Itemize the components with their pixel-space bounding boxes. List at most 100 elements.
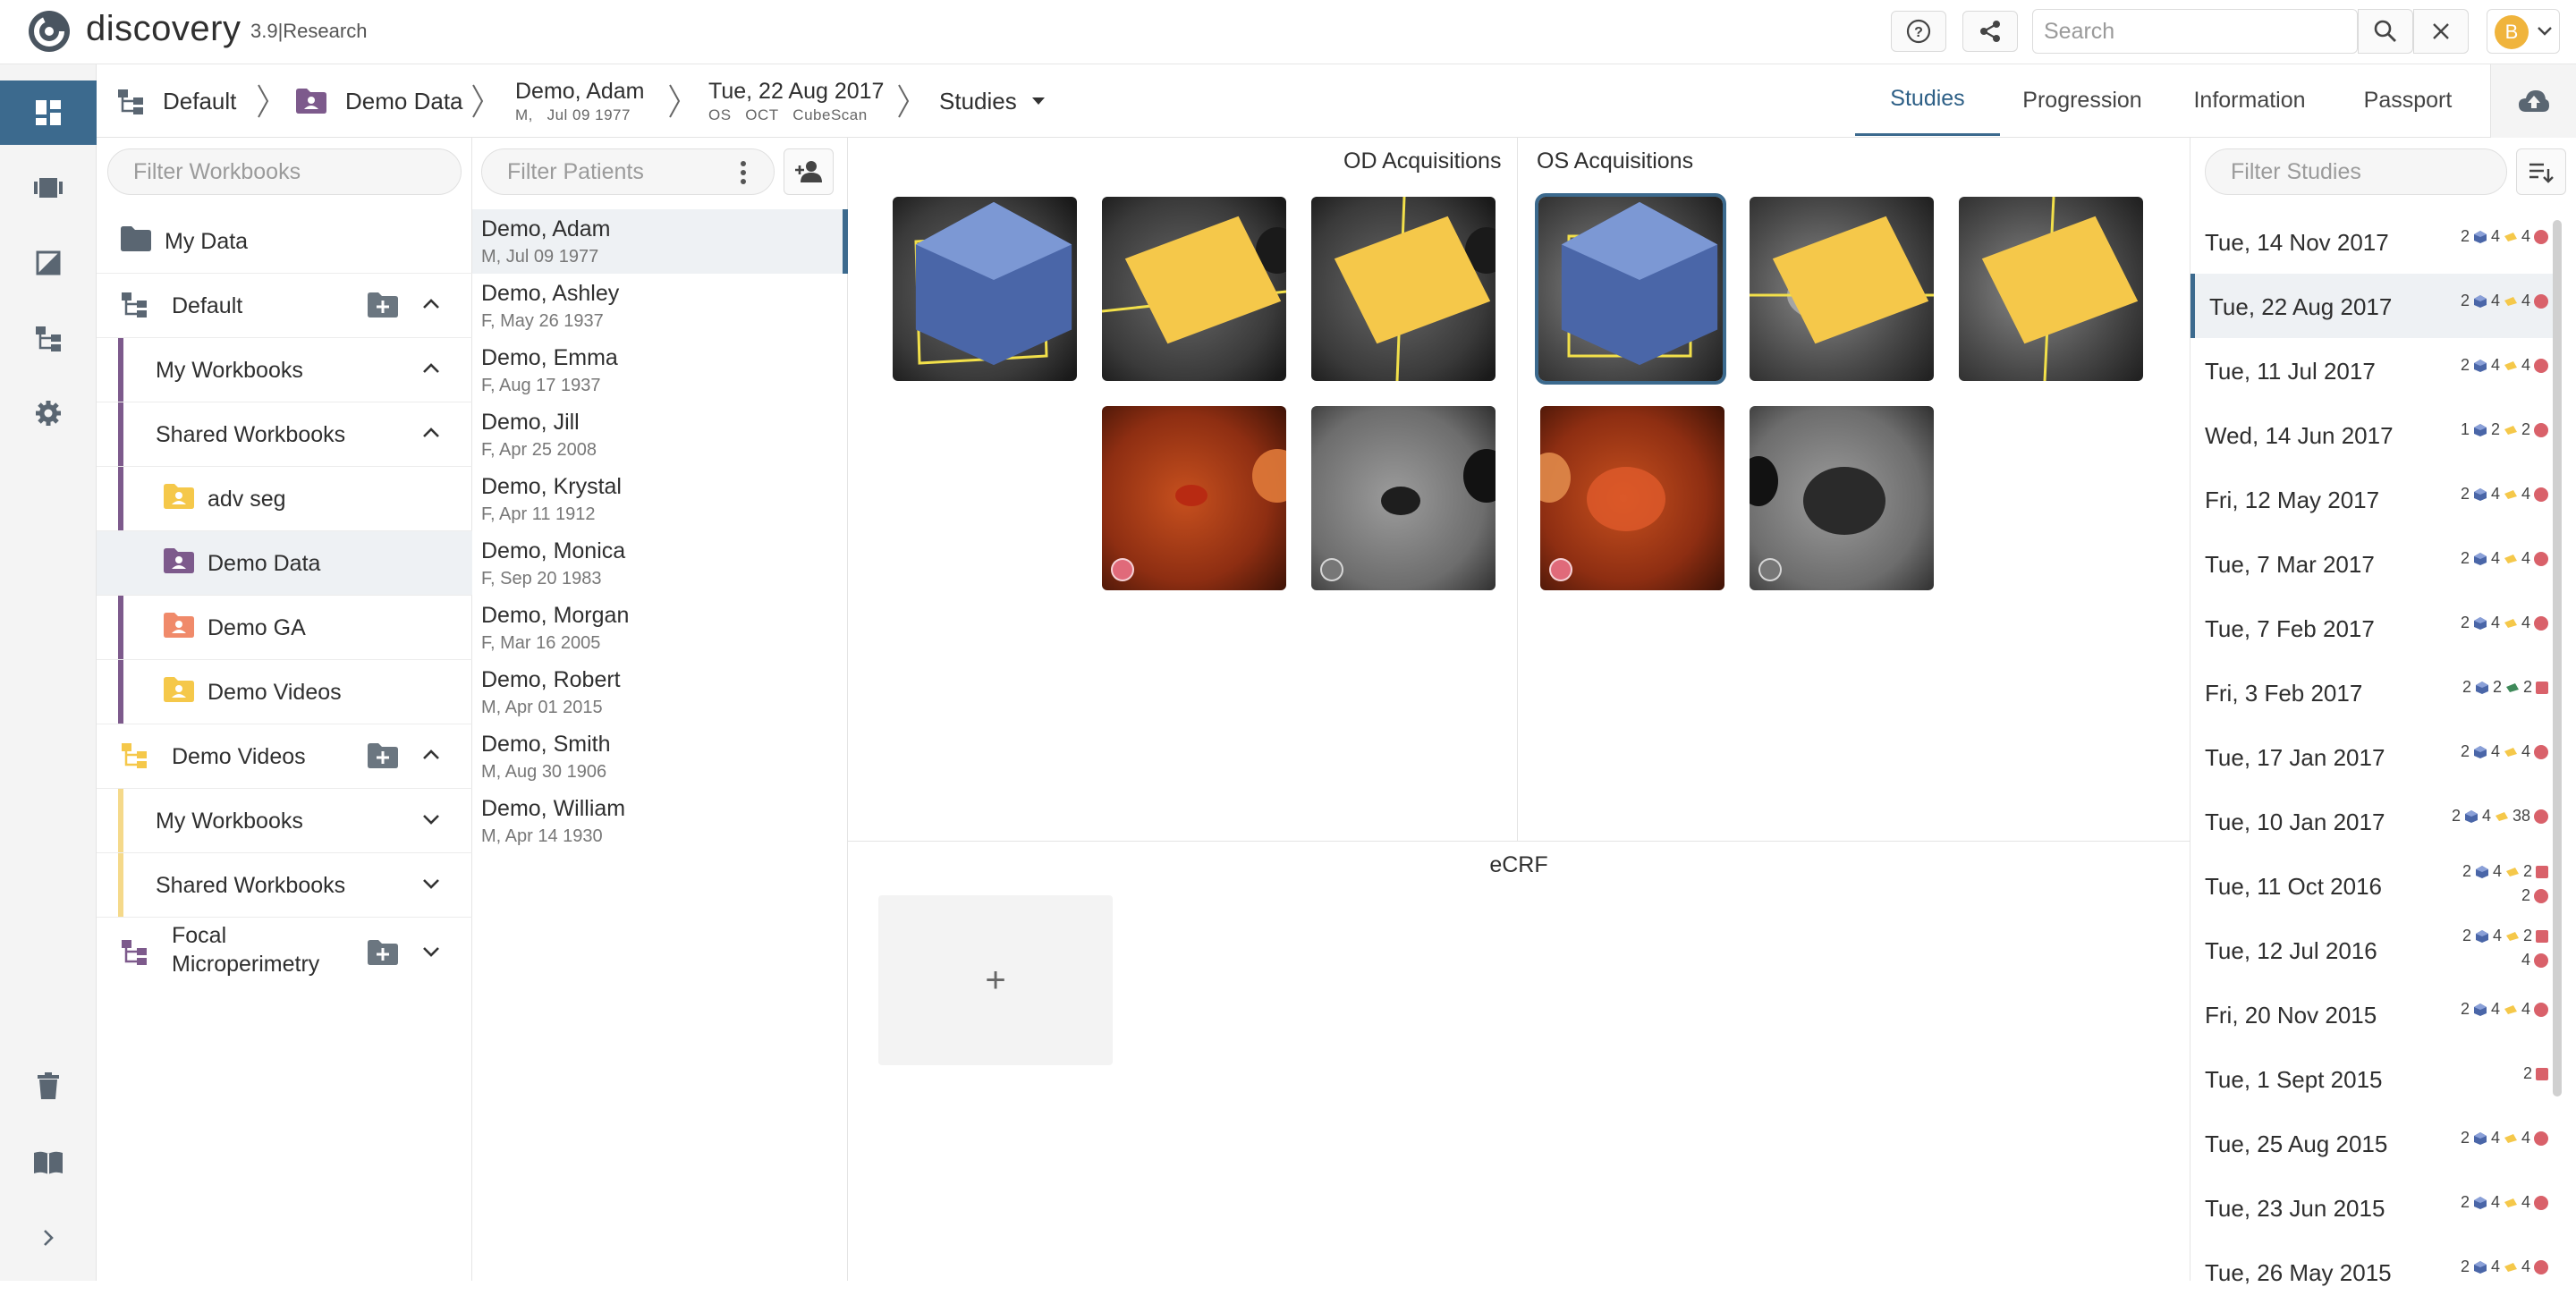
list-item[interactable]: Demo, Monica F, Sep 20 1983 <box>472 531 848 596</box>
study-badges: 1 2 2 <box>2461 420 2548 439</box>
clear-search-button[interactable] <box>2413 9 2469 54</box>
study-row[interactable]: Tue, 26 May 2015 2 4 4 <box>2190 1240 2557 1304</box>
tab-passport[interactable]: Passport <box>2334 64 2481 136</box>
project-focal-label: Focal Microperimetry <box>172 921 319 978</box>
study-row[interactable]: Tue, 17 Jan 2017 2 4 4 <box>2190 724 2557 789</box>
acquisition-thumbnail[interactable] <box>1311 197 1496 381</box>
study-row[interactable]: Fri, 20 Nov 2015 2 4 4 <box>2190 982 2557 1046</box>
fundus-count: 4 <box>2521 227 2530 245</box>
add-folder-icon[interactable] <box>367 742 399 769</box>
list-item[interactable]: Demo, Jill F, Apr 25 2008 <box>472 402 848 467</box>
acquisition-thumbnail-selected[interactable] <box>1535 193 1726 385</box>
share-button[interactable] <box>1962 11 2018 52</box>
user-menu-button[interactable]: B <box>2487 9 2560 54</box>
more-options-icon[interactable] <box>738 160 749 185</box>
list-item[interactable]: Demo, Emma F, Aug 17 1937 <box>472 338 848 402</box>
project-focal-microperimetry[interactable]: Focal Microperimetry <box>97 918 472 986</box>
rail-settings[interactable] <box>0 381 97 445</box>
add-folder-icon[interactable] <box>367 292 399 318</box>
volume-cube-icon <box>2473 1131 2487 1145</box>
breadcrumb-project[interactable]: Default <box>116 64 236 138</box>
chevron-down-icon[interactable] <box>420 873 442 894</box>
search-button[interactable] <box>2358 9 2413 54</box>
study-row[interactable]: Wed, 14 Jun 2017 1 2 2 <box>2190 402 2557 467</box>
search-input[interactable] <box>2042 10 2346 53</box>
workbook-demo-data[interactable]: Demo Data <box>97 531 472 596</box>
view-selector-dropdown[interactable]: Studies <box>939 64 1047 138</box>
chevron-down-icon[interactable] <box>420 809 442 830</box>
chevron-down-icon[interactable] <box>420 941 442 962</box>
filter-workbooks-input[interactable] <box>131 149 453 194</box>
acquisition-thumbnail[interactable] <box>1311 406 1496 590</box>
add-patient-button[interactable] <box>784 148 834 195</box>
list-item[interactable]: Demo, Ashley F, May 26 1937 <box>472 274 848 338</box>
study-badges: 2 4 4 <box>2461 356 2548 375</box>
study-row[interactable]: Tue, 10 Jan 2017 2 4 38 <box>2190 789 2557 853</box>
list-item[interactable]: Demo, Robert M, Apr 01 2015 <box>472 660 848 724</box>
filter-studies-input[interactable] <box>2229 149 2497 194</box>
color-fundus-dot-icon <box>1111 558 1134 581</box>
acquisition-thumbnail[interactable] <box>1959 197 2143 381</box>
study-row[interactable]: Tue, 25 Aug 2015 2 4 4 <box>2190 1111 2557 1175</box>
chevron-up-icon[interactable] <box>420 422 442 444</box>
rail-dashboard[interactable] <box>0 80 97 145</box>
chevron-up-icon[interactable] <box>420 744 442 766</box>
rail-expand[interactable] <box>0 1206 97 1270</box>
my-data-item[interactable]: My Data <box>97 209 472 274</box>
list-item[interactable]: Demo, Smith M, Aug 30 1906 <box>472 724 848 789</box>
upload-button[interactable] <box>2490 64 2576 138</box>
rail-slideshow[interactable] <box>0 156 97 220</box>
breadcrumb-project-label: Default <box>163 87 237 114</box>
study-row[interactable]: Fri, 12 May 2017 2 4 4 <box>2190 467 2557 531</box>
breadcrumb-patient[interactable]: Demo, Adam M, Jul 09 1977 <box>515 64 645 138</box>
workbook-demo-videos[interactable]: Demo Videos <box>97 660 472 724</box>
study-row[interactable]: Tue, 11 Jul 2017 2 4 4 <box>2190 338 2557 402</box>
rail-manual[interactable] <box>0 1130 97 1195</box>
workbook-demo-ga[interactable]: Demo GA <box>97 596 472 660</box>
breadcrumb-workbook[interactable]: Demo Data <box>295 64 463 138</box>
study-row[interactable]: Tue, 11 Oct 2016 2 4 2 2 <box>2190 853 2557 918</box>
study-row[interactable]: Tue, 22 Aug 2017 2 4 4 <box>2190 274 2557 338</box>
study-row[interactable]: Fri, 3 Feb 2017 2 2 2 <box>2190 660 2557 724</box>
list-item[interactable]: Demo, William M, Apr 14 1930 <box>472 789 848 853</box>
study-row[interactable]: Tue, 12 Jul 2016 2 4 2 4 <box>2190 918 2557 982</box>
default-my-workbooks[interactable]: My Workbooks <box>97 338 472 402</box>
tab-information[interactable]: Information <box>2165 64 2334 136</box>
tab-progression[interactable]: Progression <box>2000 64 2165 136</box>
acquisition-thumbnail[interactable] <box>1750 406 1934 590</box>
study-row[interactable]: Tue, 7 Mar 2017 2 4 4 <box>2190 531 2557 596</box>
rail-projects[interactable] <box>0 306 97 370</box>
rail-trash[interactable] <box>0 1054 97 1118</box>
help-button[interactable]: ? <box>1891 11 1946 52</box>
study-badges: 2 2 2 <box>2462 678 2548 697</box>
dv-my-workbooks[interactable]: My Workbooks <box>97 789 472 853</box>
sort-studies-button[interactable] <box>2516 148 2566 195</box>
add-folder-icon[interactable] <box>367 939 399 966</box>
bscan-slab-icon <box>2504 1004 2517 1014</box>
list-item[interactable]: Demo, Krystal F, Apr 11 1912 <box>472 467 848 531</box>
studies-scrollbar[interactable] <box>2553 220 2562 1097</box>
list-item[interactable]: Demo, Morgan F, Mar 16 2005 <box>472 596 848 660</box>
rail-compare[interactable] <box>0 231 97 295</box>
study-row[interactable]: Tue, 23 Jun 2015 2 4 4 <box>2190 1175 2557 1240</box>
default-shared-workbooks[interactable]: Shared Workbooks <box>97 402 472 467</box>
chevron-up-icon[interactable] <box>420 358 442 379</box>
add-ecrf-button[interactable]: + <box>878 895 1113 1065</box>
chevron-up-icon[interactable] <box>420 293 442 315</box>
acquisition-thumbnail[interactable] <box>1102 197 1286 381</box>
acquisition-thumbnail[interactable] <box>1102 406 1286 590</box>
study-row[interactable]: Tue, 7 Feb 2017 2 4 4 <box>2190 596 2557 660</box>
acquisition-thumbnail[interactable] <box>1750 197 1934 381</box>
study-row[interactable]: Tue, 1 Sept 2015 2 <box>2190 1046 2557 1111</box>
acquisition-thumbnail[interactable] <box>1540 406 1724 590</box>
project-demo-videos[interactable]: Demo Videos <box>97 724 472 789</box>
dv-shared-workbooks[interactable]: Shared Workbooks <box>97 853 472 918</box>
tab-studies[interactable]: Studies <box>1855 64 2000 136</box>
project-default[interactable]: Default <box>97 274 472 338</box>
filter-patients-input[interactable] <box>505 149 729 194</box>
acquisition-thumbnail[interactable] <box>893 197 1077 381</box>
list-item[interactable]: Demo, Adam M, Jul 09 1977 <box>472 209 848 274</box>
study-row[interactable]: Tue, 14 Nov 2017 2 4 4 <box>2190 209 2557 274</box>
workbook-adv-seg[interactable]: adv seg <box>97 467 472 531</box>
breadcrumb-study[interactable]: Tue, 22 Aug 2017 OS OCT CubeScan <box>708 64 884 138</box>
